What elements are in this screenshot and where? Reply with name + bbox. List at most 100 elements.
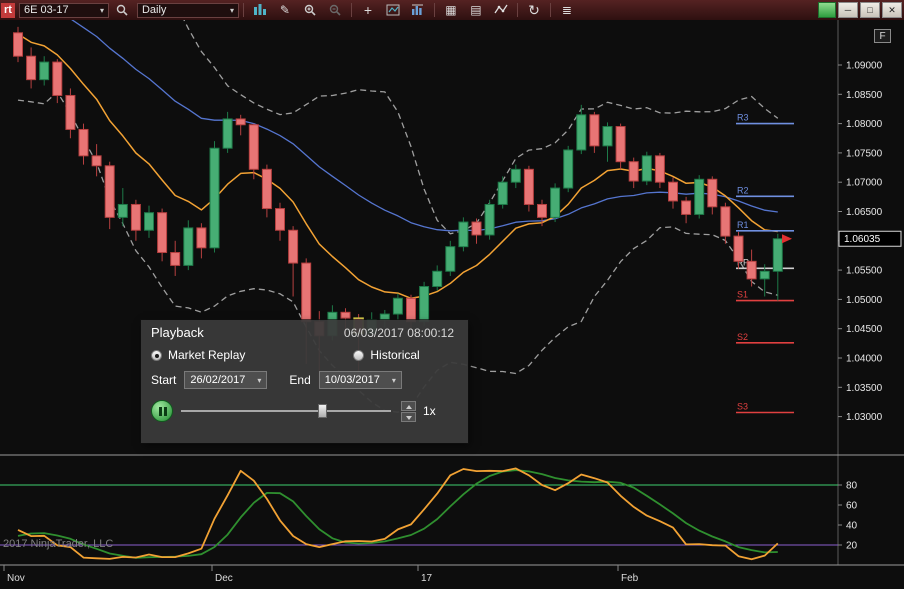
svg-text:1.06500: 1.06500: [846, 207, 883, 218]
properties-button[interactable]: ≣: [555, 1, 579, 19]
svg-text:1.05500: 1.05500: [846, 266, 883, 277]
svg-text:Nov: Nov: [7, 573, 25, 584]
pencil-icon: ✎: [279, 3, 290, 17]
reload-button[interactable]: ↻: [522, 1, 546, 19]
reload-icon: ↻: [528, 1, 540, 18]
instrument-selector[interactable]: 6E 03-17 ▾: [18, 2, 109, 18]
chart-style-button[interactable]: [248, 1, 272, 19]
slider-track: [181, 410, 391, 412]
radio-selected-icon: [151, 349, 162, 361]
data-series-button[interactable]: [406, 1, 430, 19]
svg-text:S3: S3: [737, 401, 748, 411]
draw-tool-button[interactable]: ✎: [273, 1, 297, 19]
speed-up-button[interactable]: [401, 400, 416, 411]
toolbar-separator: [549, 3, 551, 17]
speed-label: 1x: [423, 404, 436, 418]
playback-titlebar[interactable]: Playback 06/03/2017 08:00:12: [141, 320, 468, 342]
instrument-value: 6E 03-17: [23, 4, 69, 16]
zoom-out-button[interactable]: [323, 1, 347, 19]
slider-thumb[interactable]: [317, 404, 327, 418]
svg-text:20: 20: [846, 541, 858, 552]
connection-status-button[interactable]: [818, 2, 836, 18]
svg-text:S1: S1: [737, 290, 748, 300]
start-date-select[interactable]: 26/02/2017 ▾: [184, 371, 268, 389]
svg-text:1.03000: 1.03000: [846, 412, 883, 423]
ninjatrader-chart-window: rt 6E 03-17 ▾ Daily ▾ ✎ + ▦ ▤ ↻ ≣ ─ □ ✕ …: [0, 0, 904, 589]
interval-selector[interactable]: Daily ▾: [136, 2, 239, 18]
speed-stepper: [401, 400, 416, 422]
f-button[interactable]: F: [874, 29, 891, 43]
svg-text:1.05000: 1.05000: [846, 295, 883, 306]
radio-unselected-icon: [353, 349, 365, 361]
historical-label: Historical: [370, 348, 420, 362]
chevron-down-icon: ▾: [391, 375, 396, 385]
svg-text:Feb: Feb: [621, 573, 639, 584]
end-date-value: 10/03/2017: [324, 374, 380, 386]
svg-text:2017 NinjaTrader, LLC: 2017 NinjaTrader, LLC: [3, 538, 113, 550]
svg-text:1.07000: 1.07000: [846, 178, 883, 189]
playback-title: Playback: [151, 325, 204, 340]
snapshot-button[interactable]: [381, 1, 405, 19]
svg-text:80: 80: [846, 481, 858, 492]
window-controls: ─ □ ✕: [818, 2, 903, 18]
cascade-windows-button[interactable]: ▤: [464, 1, 488, 19]
svg-text:1.08500: 1.08500: [846, 90, 883, 101]
bar-chart-icon: [253, 4, 266, 15]
end-date-select[interactable]: 10/03/2017 ▾: [318, 371, 402, 389]
crosshair-icon: +: [363, 2, 373, 18]
svg-text:1.08000: 1.08000: [846, 119, 883, 130]
instrument-search-icon[interactable]: [110, 1, 134, 19]
svg-text:1.06035: 1.06035: [844, 234, 881, 245]
chevron-down-icon: ▾: [229, 5, 234, 15]
pause-button[interactable]: [151, 400, 173, 422]
interval-value: Daily: [141, 4, 167, 16]
minimize-button[interactable]: ─: [838, 2, 858, 18]
polyline-icon: [494, 4, 508, 14]
svg-text:40: 40: [846, 521, 858, 532]
svg-text:S2: S2: [737, 332, 748, 342]
window-title-fragment: rt: [1, 2, 15, 18]
svg-text:1.07500: 1.07500: [846, 148, 883, 159]
chevron-down-icon: ▾: [257, 375, 262, 385]
svg-text:Dec: Dec: [215, 573, 233, 584]
playback-mode-row: Market Replay Historical: [141, 342, 468, 362]
maximize-button[interactable]: □: [860, 2, 880, 18]
speed-down-button[interactable]: [401, 411, 416, 422]
market-replay-label: Market Replay: [168, 348, 246, 362]
chart-toolbar: rt 6E 03-17 ▾ Daily ▾ ✎ + ▦ ▤ ↻ ≣ ─ □ ✕: [0, 0, 904, 20]
playback-dialog: Playback 06/03/2017 08:00:12 Market Repl…: [141, 320, 468, 443]
polyline-tool-button[interactable]: [489, 1, 513, 19]
tile-windows-button[interactable]: ▦: [439, 1, 463, 19]
search-icon: [116, 4, 128, 16]
historical-radio[interactable]: Historical: [353, 348, 420, 362]
toolbar-separator: [350, 3, 352, 17]
close-button[interactable]: ✕: [882, 2, 902, 18]
svg-text:17: 17: [421, 573, 433, 584]
toolbar-separator: [433, 3, 435, 17]
start-label: Start: [151, 373, 177, 387]
svg-text:R3: R3: [737, 113, 749, 123]
toolbar-separator: [516, 3, 518, 17]
chart-region-icon: [386, 4, 400, 16]
grid-icon: ▦: [445, 3, 457, 17]
svg-text:R2: R2: [737, 185, 749, 195]
crosshair-button[interactable]: +: [356, 1, 380, 19]
svg-text:1.04000: 1.04000: [846, 354, 883, 365]
market-replay-radio[interactable]: Market Replay: [151, 348, 245, 362]
playback-position-slider[interactable]: [181, 403, 391, 419]
zoom-in-button[interactable]: [298, 1, 322, 19]
playback-controls-row: 1x: [141, 389, 468, 422]
svg-text:1.04500: 1.04500: [846, 324, 883, 335]
data-series-icon: [411, 4, 423, 15]
playback-timestamp: 06/03/2017 08:00:12: [343, 325, 454, 340]
chart-canvas[interactable]: 1.09000 1.08500 1.08000 1.07500 1.07000 1.065…: [0, 20, 904, 589]
properties-icon: ≣: [561, 3, 572, 17]
zoom-out-icon: [329, 4, 341, 16]
playback-dates-row: Start 26/02/2017 ▾ End 10/03/2017 ▾: [141, 362, 468, 389]
toolbar-separator: [242, 3, 244, 17]
end-label: End: [289, 373, 311, 387]
start-date-value: 26/02/2017: [190, 374, 246, 386]
svg-text:60: 60: [846, 501, 858, 512]
chevron-down-icon: ▾: [99, 5, 104, 15]
svg-text:1.09000: 1.09000: [846, 61, 883, 72]
